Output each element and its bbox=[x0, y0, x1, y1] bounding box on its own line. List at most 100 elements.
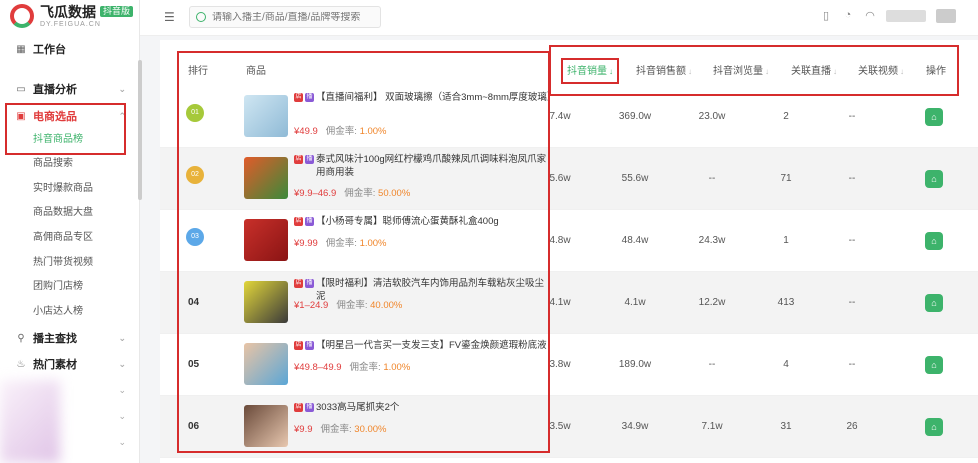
cell-revenue: 34.9w bbox=[621, 421, 649, 432]
commission-label: 佣金率: bbox=[336, 300, 368, 311]
table-row[interactable]: 03 店播【小杨哥专属】聪师傅流心蛋黄酥礼盒400g ¥9.99 佣金率: 1.00%… bbox=[160, 210, 978, 272]
cell-sales: 5.6w bbox=[549, 173, 571, 184]
sub-realtime-hot[interactable]: 实时爆款商品 bbox=[33, 180, 93, 198]
cell-live: 2 bbox=[783, 111, 789, 122]
rank-medal-icon: 01 bbox=[186, 104, 204, 122]
header-video[interactable]: 关联视频 ↓ bbox=[858, 62, 904, 77]
shop-tag-icon: 店 bbox=[294, 403, 303, 412]
sidebar-scrollbar[interactable] bbox=[138, 60, 142, 200]
cell-revenue: 369.0w bbox=[618, 111, 652, 122]
cart-action-icon[interactable]: ⌂ bbox=[925, 232, 943, 250]
sub-shop-talent[interactable]: 小店达人榜 bbox=[33, 303, 83, 321]
topbar: ☰ ▯ ◔ ◠ bbox=[140, 0, 978, 36]
cell-revenue: 189.0w bbox=[618, 359, 652, 370]
cell-views: 24.3w bbox=[698, 235, 726, 246]
headset-icon[interactable]: ◠ bbox=[864, 9, 876, 23]
menu-toggle-icon[interactable]: ☰ bbox=[164, 10, 175, 24]
sort-icon: ↓ bbox=[833, 67, 837, 76]
commission-rate: 1.00% bbox=[359, 238, 387, 249]
cart-action-icon[interactable]: ⌂ bbox=[925, 294, 943, 312]
commission-rate: 50.00% bbox=[378, 188, 411, 199]
product-thumbnail[interactable] bbox=[244, 343, 288, 385]
cell-sales: 3.8w bbox=[549, 359, 571, 370]
cell-views: 7.1w bbox=[701, 421, 723, 432]
commission-label: 佣金率: bbox=[349, 362, 381, 373]
cell-live: 71 bbox=[780, 173, 792, 184]
user-name[interactable] bbox=[886, 10, 926, 22]
header-revenue[interactable]: 抖音销售额 ↓ bbox=[636, 62, 692, 77]
commission-label: 佣金率: bbox=[325, 238, 357, 249]
product-price: ¥9.9–46.9 bbox=[294, 188, 337, 199]
table-row[interactable]: 04 店播【限时福利】清洁软胶汽车内饰用品剂车载粘灰尘吸尘泥 ¥1–24.9 佣金率:… bbox=[160, 272, 978, 334]
header-product: 商品 bbox=[246, 66, 266, 77]
cart-action-icon[interactable]: ⌂ bbox=[925, 170, 943, 188]
cell-live: 4 bbox=[783, 359, 789, 370]
product-name[interactable]: 【明星吕一代言买一支发三支】FV鎏金焕颜遮瑕粉底液 bbox=[316, 339, 552, 352]
product-thumbnail[interactable] bbox=[244, 157, 288, 199]
logo[interactable]: 飞瓜数据 抖音版 DY.FEIGUA.CN bbox=[0, 0, 139, 32]
table-row[interactable]: 06 店播 3033高马尾抓夹2个 ¥9.9 佣金率: 30.00% 3.5w 34.9w 7… bbox=[160, 396, 978, 458]
sub-high-commission[interactable]: 高佣商品专区 bbox=[33, 229, 93, 247]
rank-number: 06 bbox=[188, 421, 200, 432]
table-row[interactable]: 01 店播【直播间福利】 双面玻璃擦（适合3mm~8mm厚度玻璃） ¥49.9 佣金率… bbox=[160, 86, 978, 148]
cell-revenue: 4.1w bbox=[624, 297, 646, 308]
table-row[interactable]: 02 店播泰式风味汁100g网红柠檬鸡爪酸辣凤爪调味料泡凤爪家用商用装 ¥9.9–4… bbox=[160, 148, 978, 210]
header-sales-label: 抖音销量 bbox=[567, 66, 607, 77]
sub-douyin-product-rank[interactable]: 抖音商品榜 bbox=[33, 131, 83, 149]
screen-glare bbox=[0, 380, 60, 463]
commission-rate: 40.00% bbox=[370, 300, 403, 311]
sub-product-data[interactable]: 商品数据大盘 bbox=[33, 204, 93, 222]
avatar[interactable] bbox=[936, 9, 956, 23]
search-icon bbox=[196, 12, 206, 22]
nav-hot-material[interactable]: ♨ 热门素材 ⌄ bbox=[0, 352, 138, 376]
nav-label: 直播分析 bbox=[33, 84, 77, 96]
product-name[interactable]: 【小杨哥专属】聪师傅流心蛋黄酥礼盒400g bbox=[316, 215, 552, 228]
cell-views: -- bbox=[708, 173, 716, 184]
cart-action-icon[interactable]: ⌂ bbox=[925, 356, 943, 374]
edition-badge[interactable]: 抖音版 bbox=[100, 6, 134, 17]
sub-hot-video[interactable]: 热门带货视频 bbox=[33, 254, 93, 272]
header-live[interactable]: 关联直播 ↓ bbox=[791, 62, 837, 77]
chevron-up-icon: ⌃ bbox=[118, 110, 126, 121]
commission-label: 佣金率: bbox=[325, 126, 357, 137]
product-name[interactable]: 3033高马尾抓夹2个 bbox=[316, 401, 552, 414]
product-name[interactable]: 泰式风味汁100g网红柠檬鸡爪酸辣凤爪调味料泡凤爪家用商用装 bbox=[316, 153, 552, 179]
cell-revenue: 48.4w bbox=[621, 235, 649, 246]
cell-live: 1 bbox=[783, 235, 789, 246]
nav-label: 电商选品 bbox=[33, 111, 77, 123]
product-name[interactable]: 【直播间福利】 双面玻璃擦（适合3mm~8mm厚度玻璃） bbox=[316, 91, 556, 104]
nav-label: 工作台 bbox=[33, 44, 66, 56]
search-box[interactable] bbox=[189, 6, 381, 28]
table-row[interactable]: 05 店播【明星吕一代言买一支发三支】FV鎏金焕颜遮瑕粉底液 ¥49.8–49.9 佣… bbox=[160, 334, 978, 396]
product-thumbnail[interactable] bbox=[244, 405, 288, 447]
search-input[interactable] bbox=[212, 11, 372, 23]
mobile-icon[interactable]: ▯ bbox=[820, 9, 832, 23]
product-price: ¥9.9 bbox=[294, 424, 313, 435]
cell-sales: 4.8w bbox=[549, 235, 571, 246]
nav-streamer-search[interactable]: ⚲ 播主查找 ⌄ bbox=[0, 326, 138, 350]
nav-live-analysis[interactable]: ▭ 直播分析 ⌄ bbox=[0, 77, 138, 101]
product-thumbnail[interactable] bbox=[244, 219, 288, 261]
app-root: 飞瓜数据 抖音版 DY.FEIGUA.CN ▦ 工作台 ▭ 直播分析 ⌄ ▣ 电商选品 ⌃ … bbox=[0, 0, 978, 463]
header-revenue-label: 抖音销售额 bbox=[636, 66, 686, 77]
bell-icon[interactable]: ◔ bbox=[842, 9, 854, 23]
header-live-label: 关联直播 bbox=[791, 66, 831, 77]
cell-views: 23.0w bbox=[698, 111, 726, 122]
sub-group-store[interactable]: 团购门店榜 bbox=[33, 278, 83, 296]
product-thumbnail[interactable] bbox=[244, 95, 288, 137]
nav-ecommerce[interactable]: ▣ 电商选品 ⌃ bbox=[0, 104, 138, 128]
cell-views: -- bbox=[708, 359, 716, 370]
grid-icon: ▦ bbox=[16, 43, 26, 55]
chevron-down-icon: ⌄ bbox=[118, 384, 126, 395]
chevron-down-icon: ⌄ bbox=[118, 83, 126, 94]
nav-workbench[interactable]: ▦ 工作台 bbox=[0, 37, 138, 61]
shop-tag-icon: 店 bbox=[294, 93, 303, 102]
header-video-label: 关联视频 bbox=[858, 66, 898, 77]
monitor-icon: ▭ bbox=[16, 83, 26, 95]
product-thumbnail[interactable] bbox=[244, 281, 288, 323]
cart-action-icon[interactable]: ⌂ bbox=[925, 108, 943, 126]
sub-product-search[interactable]: 商品搜索 bbox=[33, 155, 73, 173]
header-sales[interactable]: 抖音销量 ↓ bbox=[567, 62, 613, 77]
cart-action-icon[interactable]: ⌂ bbox=[925, 418, 943, 436]
header-views[interactable]: 抖音浏览量 ↓ bbox=[713, 62, 769, 77]
